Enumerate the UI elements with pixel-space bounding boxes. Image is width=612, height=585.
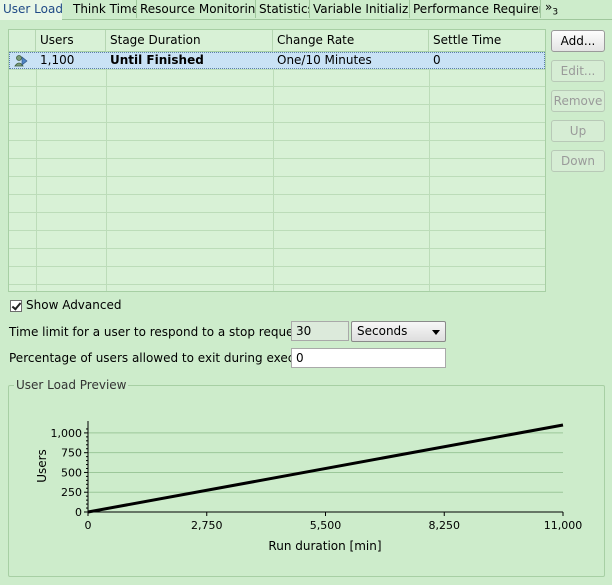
user-load-stage-table: Users Stage Duration Change Rate Settle …: [8, 29, 546, 292]
exit-percentage-input[interactable]: 0: [291, 348, 446, 368]
column-header-stage-duration[interactable]: Stage Duration: [106, 30, 273, 51]
row-divider: [9, 176, 545, 177]
tab-resource-monitoring[interactable]: Resource Monitoring: [137, 0, 256, 18]
row-divider: [9, 212, 545, 213]
cell-users: 1,100: [40, 53, 75, 67]
user-load-preview-title: User Load Preview: [14, 378, 129, 392]
table-header: Users Stage Duration Change Rate Settle …: [9, 30, 545, 52]
column-header-settle-time[interactable]: Settle Time: [429, 30, 545, 51]
edit-stage-button[interactable]: Edit...: [551, 60, 605, 82]
show-advanced-label: Show Advanced: [26, 298, 122, 312]
time-limit-label: Time limit for a user to respond to a st…: [9, 325, 309, 339]
row-divider: [9, 86, 545, 87]
tab-variable-initialization[interactable]: Variable Initializat: [310, 0, 410, 18]
column-header-icon: [9, 30, 36, 51]
column-divider: [429, 51, 430, 291]
row-divider: [9, 158, 545, 159]
move-down-button[interactable]: Down: [551, 150, 605, 172]
time-unit-value: Seconds: [357, 324, 408, 338]
row-divider: [9, 230, 545, 231]
exit-percentage-label: Percentage of users allowed to exit duri…: [9, 351, 329, 365]
add-stage-button[interactable]: Add...: [551, 30, 605, 52]
tabs-overflow-count: 3: [552, 7, 559, 18]
tab-user-load[interactable]: User Load: [0, 0, 62, 20]
dropdown-arrow-icon: [432, 330, 440, 335]
row-divider: [9, 284, 545, 285]
tab-think-time[interactable]: Think Time: [70, 0, 137, 18]
user-stage-icon: [14, 55, 28, 67]
cell-change-rate: One/10 Minutes: [277, 53, 372, 67]
row-divider: [9, 104, 545, 105]
time-limit-input[interactable]: 30: [291, 321, 349, 341]
row-divider: [9, 69, 545, 70]
user-load-preview-group: [8, 385, 605, 577]
tab-statistics[interactable]: Statistics: [256, 0, 310, 18]
column-divider: [273, 51, 274, 291]
row-divider: [9, 194, 545, 195]
row-divider: [9, 266, 545, 267]
row-divider: [9, 140, 545, 141]
tab-performance-requirements[interactable]: Performance Requirem: [410, 0, 541, 18]
show-advanced-checkbox[interactable]: [10, 300, 22, 312]
column-divider: [36, 51, 37, 291]
remove-stage-button[interactable]: Remove: [551, 90, 605, 112]
cell-stage-duration: Until Finished: [110, 53, 204, 67]
column-divider: [106, 51, 107, 291]
column-header-change-rate[interactable]: Change Rate: [273, 30, 429, 51]
cell-settle-time: 0: [433, 53, 441, 67]
time-unit-select[interactable]: Seconds: [351, 321, 446, 342]
row-divider: [9, 122, 545, 123]
tabs-overflow-chevron[interactable]: »3: [545, 0, 558, 18]
row-divider: [9, 248, 545, 249]
tab-bar: User Load Think Time Resource Monitoring…: [0, 0, 612, 20]
move-up-button[interactable]: Up: [551, 120, 605, 142]
column-header-users[interactable]: Users: [36, 30, 106, 51]
